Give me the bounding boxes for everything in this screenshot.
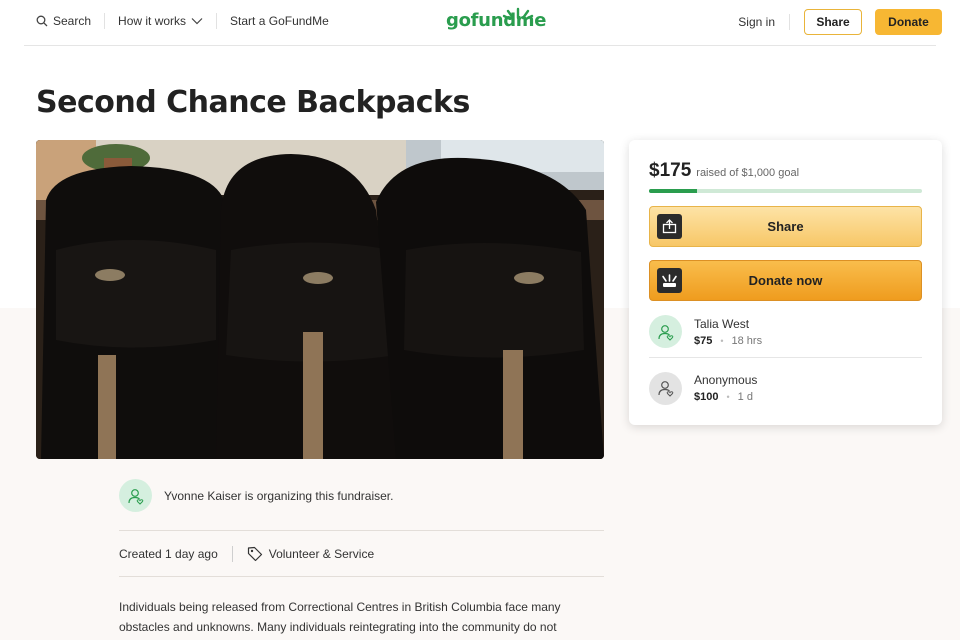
donation-card: $175 raised of $1,000 goal Share Donate … xyxy=(629,140,942,425)
donor-meta: $100 • 1 d xyxy=(694,391,757,403)
top-navigation: Search How it works Start a GoFundMe gof… xyxy=(0,0,960,46)
campaign-description: Individuals being released from Correcti… xyxy=(119,600,561,634)
search-link[interactable]: Search xyxy=(36,14,91,28)
category-link[interactable]: Volunteer & Service xyxy=(247,546,374,562)
goal-text: raised of $1,000 goal xyxy=(696,167,800,179)
user-heart-icon xyxy=(127,488,143,505)
how-it-works-label: How it works xyxy=(118,14,187,28)
progress-bar-fill xyxy=(649,189,697,193)
backpacks-photo-illustration xyxy=(36,140,604,459)
organizer-row: Yvonne Kaiser is organizing this fundrai… xyxy=(119,479,393,512)
share-button[interactable]: Share xyxy=(649,206,922,247)
donor-amount: $75 xyxy=(694,334,713,347)
logo-rays-icon xyxy=(502,7,534,20)
avatar xyxy=(649,315,682,348)
campaign-photo[interactable] xyxy=(36,140,604,459)
donor-row: Talia West $75 • 18 hrs xyxy=(649,306,922,358)
share-button-label: Share xyxy=(767,219,804,234)
chevron-down-icon xyxy=(191,18,203,25)
search-label: Search xyxy=(53,14,92,28)
organizer-text: Yvonne Kaiser is organizing this fundrai… xyxy=(164,488,394,503)
meta-divider xyxy=(231,546,233,562)
nav-right: Sign in Share Donate xyxy=(738,9,942,35)
divider xyxy=(119,576,604,577)
nav-divider xyxy=(104,13,106,29)
donor-time: 1 d xyxy=(737,391,753,403)
nav-divider xyxy=(216,13,218,29)
separator-dot: • xyxy=(726,392,730,402)
user-heart-icon xyxy=(657,324,673,341)
separator-dot: • xyxy=(720,335,724,346)
tag-icon xyxy=(247,546,262,562)
donor-time: 18 hrs xyxy=(731,334,763,347)
organizer-avatar xyxy=(119,479,152,512)
donor-name: Talia West xyxy=(694,316,750,331)
created-date: Created 1 day ago xyxy=(119,547,218,561)
gofundme-logo[interactable]: gofundme xyxy=(446,7,546,31)
nav-divider xyxy=(789,14,790,30)
campaign-title: Second Chance Backpacks xyxy=(36,85,470,120)
search-icon xyxy=(36,15,48,27)
sign-in-link[interactable]: Sign in xyxy=(738,15,775,29)
donate-icon xyxy=(657,268,682,293)
donor-info: Talia West $75 • 18 hrs xyxy=(694,317,762,347)
donor-name: Anonymous xyxy=(694,373,758,387)
start-gofundme-link[interactable]: Start a GoFundMe xyxy=(230,14,329,28)
donor-info: Anonymous $100 • 1 d xyxy=(694,373,757,403)
donor-row: Anonymous $100 • 1 d xyxy=(649,362,922,414)
share-button-header[interactable]: Share xyxy=(804,9,862,35)
category-label: Volunteer & Service xyxy=(268,547,375,561)
donor-amount: $100 xyxy=(694,391,719,403)
header-divider xyxy=(24,45,936,46)
start-gofundme-label: Start a GoFundMe xyxy=(230,14,329,28)
divider xyxy=(119,530,604,531)
donate-now-button[interactable]: Donate now xyxy=(649,260,922,301)
donor-meta: $75 • 18 hrs xyxy=(694,335,762,347)
share-icon xyxy=(657,214,682,239)
campaign-meta: Created 1 day ago Volunteer & Service xyxy=(119,546,374,562)
amount-raised: $175 raised of $1,000 goal xyxy=(649,160,799,182)
user-heart-icon xyxy=(657,381,673,397)
progress-bar xyxy=(649,189,922,193)
nav-left: Search How it works Start a GoFundMe xyxy=(36,13,329,29)
avatar xyxy=(649,371,682,405)
donate-now-label: Donate now xyxy=(748,273,823,288)
how-it-works-menu[interactable]: How it works xyxy=(118,14,203,28)
raised-amount: $175 xyxy=(649,160,692,181)
donate-button-header[interactable]: Donate xyxy=(875,9,942,35)
